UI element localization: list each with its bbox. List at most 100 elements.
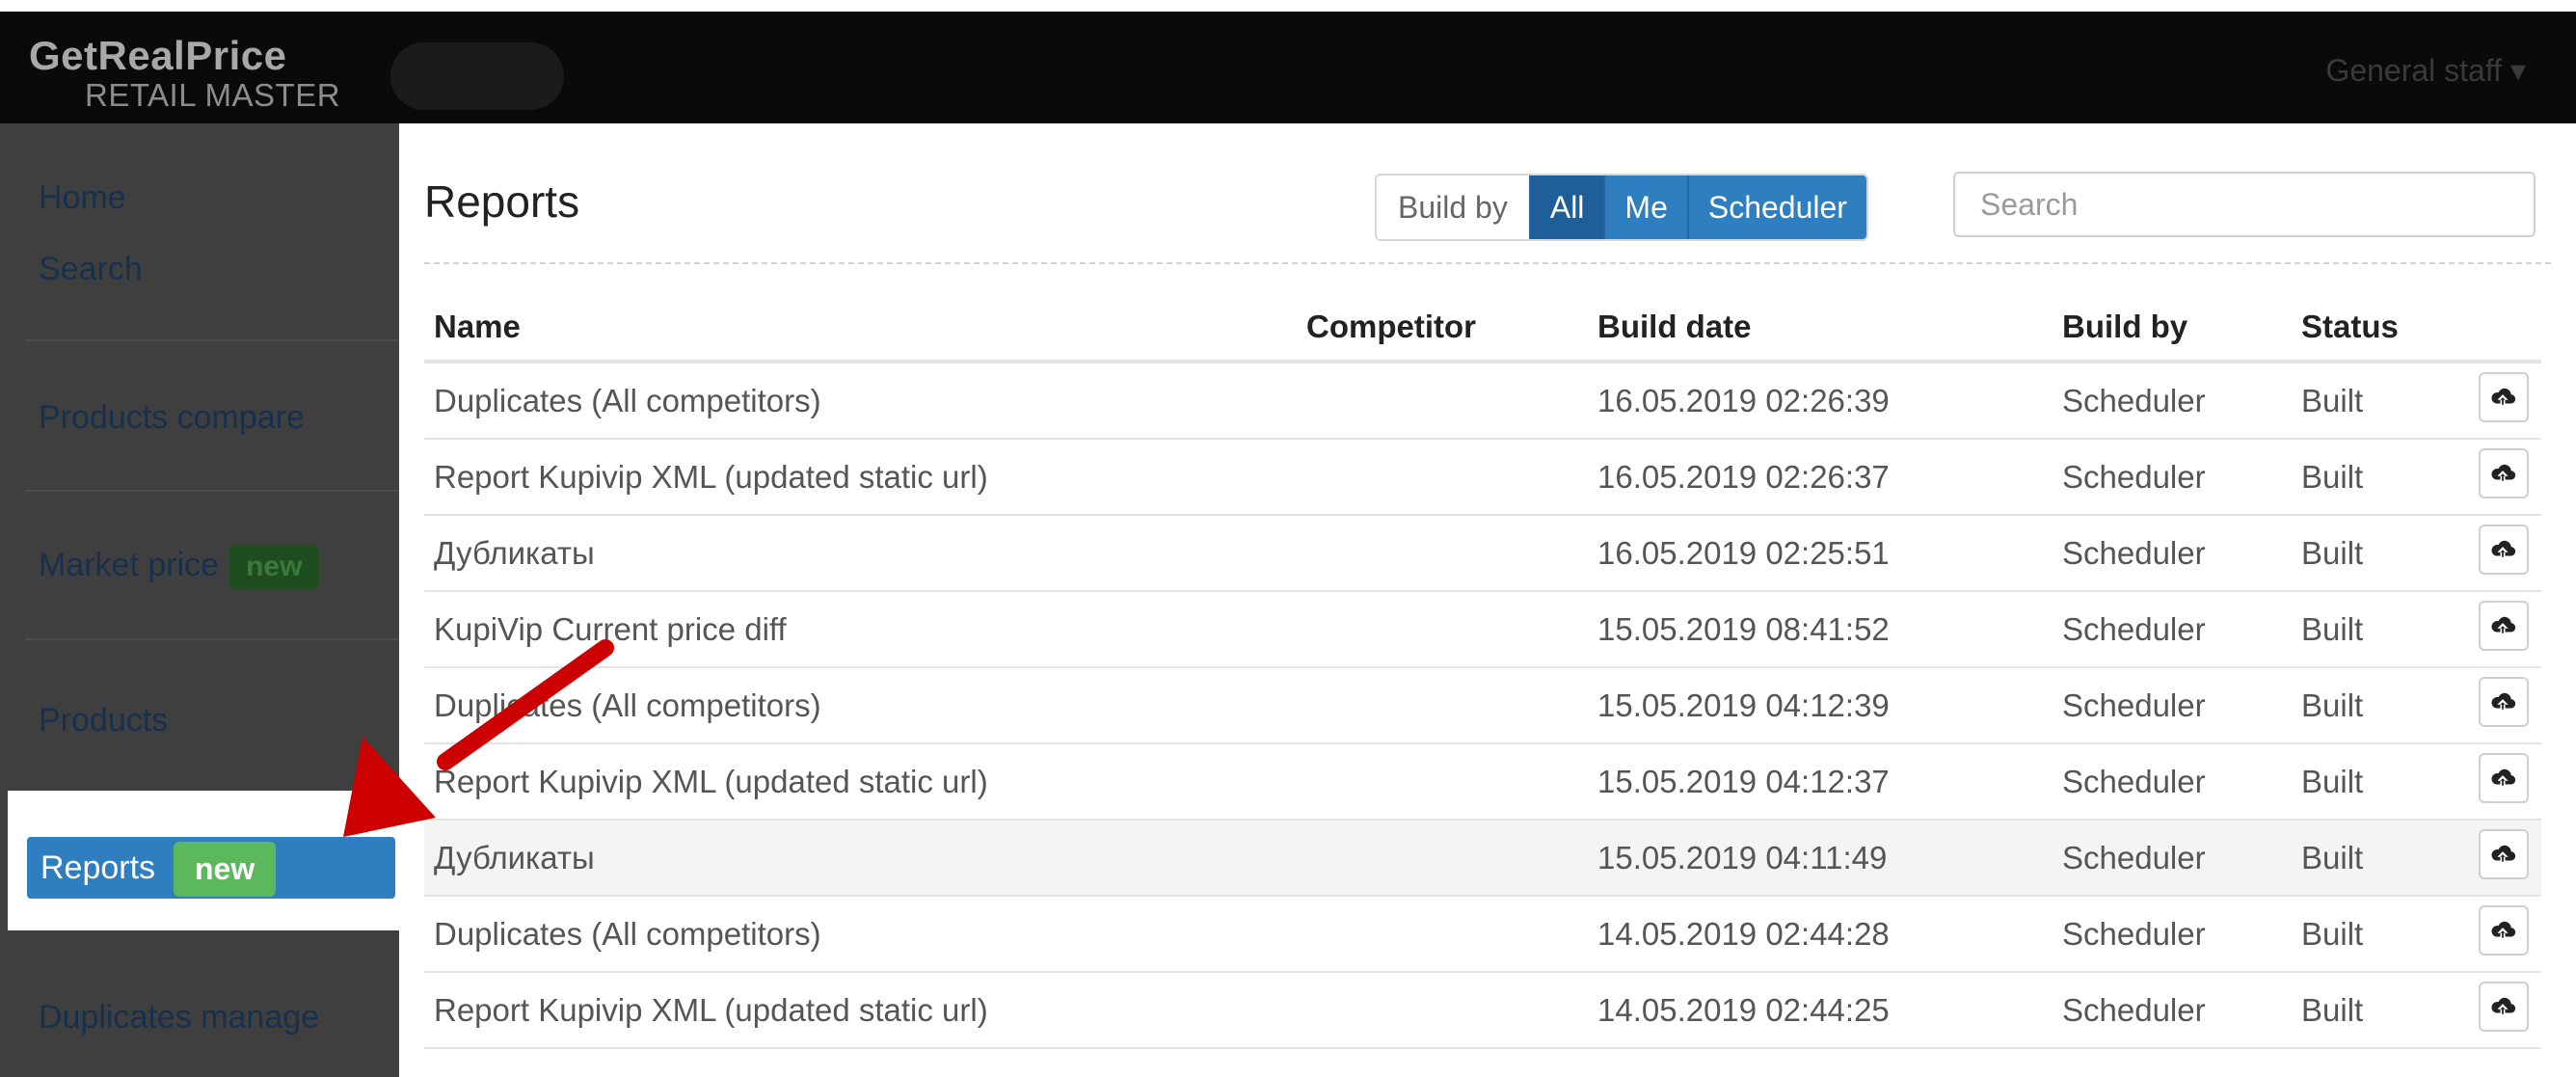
report-name-cell: Duplicates (All competitors)	[424, 362, 1297, 440]
actions-cell	[2469, 591, 2541, 668]
top-navbar: GetRealPrice RETAIL MASTER General staff…	[0, 0, 2576, 123]
table-row[interactable]: Duplicates (All competitors) 14.05.2019 0…	[424, 896, 2541, 973]
new-badge: new	[174, 842, 277, 897]
column-header-actions	[2469, 294, 2541, 363]
sidebar-item-market-price[interactable]: Market price new	[39, 545, 320, 589]
build-by-cell: Scheduler	[2053, 896, 2292, 973]
build-by-cell: Scheduler	[2053, 362, 2292, 440]
build-date-cell: 15.05.2019 04:11:49	[1588, 820, 2053, 897]
column-header-build-by[interactable]: Build by	[2053, 294, 2292, 363]
actions-cell	[2469, 439, 2541, 516]
report-name-cell: Дубликаты	[424, 515, 1297, 592]
build-date-cell: 14.05.2019 02:44:28	[1588, 896, 2053, 973]
sidebar-divider	[25, 638, 399, 640]
frame-edge	[0, 0, 2576, 12]
project-selector[interactable]	[390, 42, 564, 110]
table-row[interactable]: Дубликаты 15.05.2019 04:11:49 Scheduler Bui…	[424, 820, 2541, 897]
table-row[interactable]: Report Kupivip XML (updated static url) 1…	[424, 743, 2541, 821]
actions-cell	[2469, 362, 2541, 440]
build-date-cell: 16.05.2019 02:25:51	[1588, 515, 2053, 592]
table-row[interactable]: KupiVip Current price diff 15.05.2019 08:…	[424, 591, 2541, 668]
table-row[interactable]: Duplicates (All competitors) 15.05.2019 0…	[424, 667, 2541, 744]
download-button[interactable]	[2479, 904, 2529, 956]
sidebar-item-products-compare[interactable]: Products compare	[39, 399, 305, 437]
competitor-cell	[1297, 591, 1588, 668]
user-menu[interactable]: General staff ▾	[2325, 52, 2526, 89]
reports-table: Name Competitor Build date Build by Stat…	[424, 294, 2541, 1049]
build-by-cell: Scheduler	[2053, 820, 2292, 897]
build-date-cell: 15.05.2019 04:12:39	[1588, 667, 2053, 744]
download-button[interactable]	[2479, 371, 2529, 422]
report-name-cell: KupiVip Current price diff	[424, 591, 1297, 668]
status-cell: Built	[2292, 439, 2469, 516]
status-cell: Built	[2292, 591, 2469, 668]
sidebar-item-reports[interactable]: Reports new	[27, 837, 395, 899]
report-name-cell: Report Kupivip XML (updated static url)	[424, 743, 1297, 821]
sidebar-item-home[interactable]: Home	[39, 179, 126, 217]
sidebar-divider	[25, 490, 399, 492]
download-button[interactable]	[2479, 752, 2529, 803]
sidebar-item-products[interactable]: Products	[39, 702, 168, 740]
build-by-cell: Scheduler	[2053, 972, 2292, 1049]
status-cell: Built	[2292, 362, 2469, 440]
build-date-cell: 15.05.2019 08:41:52	[1588, 591, 2053, 668]
filter-all-button[interactable]: All	[1528, 175, 1604, 239]
competitor-cell	[1297, 362, 1588, 440]
column-header-competitor[interactable]: Competitor	[1297, 294, 1588, 363]
download-button[interactable]	[2479, 828, 2529, 879]
status-cell: Built	[2292, 667, 2469, 744]
table-row[interactable]: Duplicates (All competitors) 16.05.2019 0…	[424, 362, 2541, 440]
build-by-cell: Scheduler	[2053, 667, 2292, 744]
sidebar-item-label: Reports	[40, 849, 156, 886]
status-cell: Built	[2292, 515, 2469, 592]
build-date-cell: 15.05.2019 04:12:37	[1588, 743, 2053, 821]
search-input[interactable]	[1953, 172, 2536, 237]
download-button[interactable]	[2479, 981, 2529, 1032]
sidebar-item-label: Market price	[39, 546, 220, 583]
actions-cell	[2469, 820, 2541, 897]
filter-me-button[interactable]: Me	[1603, 175, 1687, 239]
competitor-cell	[1297, 896, 1588, 973]
competitor-cell	[1297, 667, 1588, 744]
column-header-status[interactable]: Status	[2292, 294, 2469, 363]
competitor-cell	[1297, 515, 1588, 592]
actions-cell	[2469, 667, 2541, 744]
actions-cell	[2469, 972, 2541, 1049]
build-date-cell: 16.05.2019 02:26:37	[1588, 439, 2053, 516]
competitor-cell	[1297, 439, 1588, 516]
build-by-cell: Scheduler	[2053, 743, 2292, 821]
table-row[interactable]: Report Kupivip XML (updated static url) 1…	[424, 439, 2541, 516]
build-by-label: Build by	[1377, 175, 1529, 239]
dashed-divider	[424, 262, 2551, 264]
column-header-name[interactable]: Name	[424, 294, 1297, 363]
sidebar-item-search[interactable]: Search	[39, 251, 143, 288]
build-date-cell: 16.05.2019 02:26:39	[1588, 362, 2053, 440]
build-by-cell: Scheduler	[2053, 515, 2292, 592]
new-badge: new	[228, 545, 320, 589]
brand-name[interactable]: GetRealPrice	[29, 33, 286, 79]
download-button[interactable]	[2479, 600, 2529, 651]
build-by-filter: Build by All Me Scheduler	[1375, 174, 1868, 241]
actions-cell	[2469, 896, 2541, 973]
competitor-cell	[1297, 972, 1588, 1049]
download-button[interactable]	[2479, 447, 2529, 498]
actions-cell	[2469, 515, 2541, 592]
status-cell: Built	[2292, 972, 2469, 1049]
report-name-cell: Report Kupivip XML (updated static url)	[424, 972, 1297, 1049]
status-cell: Built	[2292, 820, 2469, 897]
report-name-cell: Report Kupivip XML (updated static url)	[424, 439, 1297, 516]
sidebar-item-duplicates-manage[interactable]: Duplicates manage	[39, 999, 319, 1037]
build-by-cell: Scheduler	[2053, 439, 2292, 516]
build-by-cell: Scheduler	[2053, 591, 2292, 668]
filter-scheduler-button[interactable]: Scheduler	[1686, 175, 1866, 239]
sidebar-divider	[25, 339, 399, 341]
table-row[interactable]: Дубликаты 16.05.2019 02:25:51 Scheduler Bui…	[424, 515, 2541, 592]
actions-cell	[2469, 743, 2541, 821]
report-name-cell: Дубликаты	[424, 820, 1297, 897]
download-button[interactable]	[2479, 676, 2529, 727]
column-header-build-date[interactable]: Build date	[1588, 294, 2053, 363]
download-button[interactable]	[2479, 524, 2529, 575]
table-row[interactable]: Report Kupivip XML (updated static url) 1…	[424, 972, 2541, 1049]
status-cell: Built	[2292, 896, 2469, 973]
table-header-row: Name Competitor Build date Build by Stat…	[424, 294, 2541, 363]
